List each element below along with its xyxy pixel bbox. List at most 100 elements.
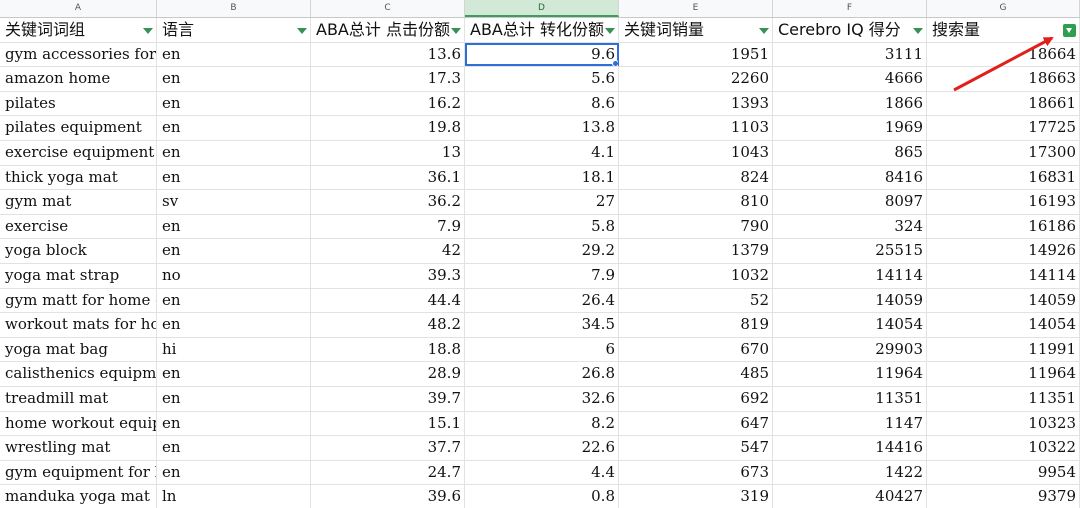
table-cell[interactable]: 39.6: [311, 485, 465, 508]
table-cell[interactable]: 692: [619, 386, 773, 411]
active-cell[interactable]: 9.6: [465, 42, 619, 67]
table-cell[interactable]: 865: [773, 140, 927, 165]
header-cell[interactable]: ABA总计 转化份额: [465, 18, 619, 42]
table-cell[interactable]: 13.8: [465, 116, 619, 140]
table-cell[interactable]: 36.2: [311, 190, 465, 214]
table-cell[interactable]: 36.1: [311, 165, 465, 190]
table-cell[interactable]: en: [157, 313, 311, 337]
table-cell[interactable]: home workout equipment: [0, 411, 157, 436]
table-cell[interactable]: 9954: [927, 460, 1080, 485]
table-cell[interactable]: 29.2: [465, 239, 619, 263]
table-cell[interactable]: sv: [157, 190, 311, 214]
table-cell[interactable]: 16193: [927, 190, 1080, 214]
table-cell[interactable]: hi: [157, 337, 311, 362]
filter-dropdown-icon[interactable]: [605, 28, 615, 34]
table-cell[interactable]: 26.4: [465, 288, 619, 313]
table-cell[interactable]: 14054: [773, 313, 927, 337]
table-cell[interactable]: 18661: [927, 91, 1080, 116]
table-cell[interactable]: 1032: [619, 263, 773, 288]
table-cell[interactable]: 11991: [927, 337, 1080, 362]
table-cell[interactable]: 28.9: [311, 362, 465, 386]
table-cell[interactable]: 10322: [927, 436, 1080, 460]
table-cell[interactable]: gym accessories for men: [0, 42, 157, 67]
table-cell[interactable]: en: [157, 165, 311, 190]
table-cell[interactable]: yoga block: [0, 239, 157, 263]
header-cell[interactable]: ABA总计 点击份额: [311, 18, 465, 42]
table-cell[interactable]: 25515: [773, 239, 927, 263]
table-cell[interactable]: en: [157, 386, 311, 411]
table-cell[interactable]: 14059: [773, 288, 927, 313]
table-cell[interactable]: 319: [619, 485, 773, 508]
table-cell[interactable]: 14054: [927, 313, 1080, 337]
table-cell[interactable]: 19.8: [311, 116, 465, 140]
table-cell[interactable]: pilates: [0, 91, 157, 116]
table-cell[interactable]: en: [157, 460, 311, 485]
table-cell[interactable]: gym mat: [0, 190, 157, 214]
table-cell[interactable]: 810: [619, 190, 773, 214]
table-cell[interactable]: 17300: [927, 140, 1080, 165]
table-cell[interactable]: en: [157, 214, 311, 239]
table-cell[interactable]: 39.7: [311, 386, 465, 411]
table-cell[interactable]: en: [157, 411, 311, 436]
table-cell[interactable]: 11964: [773, 362, 927, 386]
table-cell[interactable]: 17725: [927, 116, 1080, 140]
column-letter-g[interactable]: G: [927, 0, 1080, 17]
table-cell[interactable]: 10323: [927, 411, 1080, 436]
table-cell[interactable]: 9379: [927, 485, 1080, 508]
table-cell[interactable]: 18.1: [465, 165, 619, 190]
table-cell[interactable]: 8416: [773, 165, 927, 190]
table-cell[interactable]: 819: [619, 313, 773, 337]
table-cell[interactable]: 1393: [619, 91, 773, 116]
table-cell[interactable]: 14416: [773, 436, 927, 460]
table-cell[interactable]: 11964: [927, 362, 1080, 386]
table-cell[interactable]: 26.8: [465, 362, 619, 386]
filter-active-icon[interactable]: [1063, 24, 1076, 37]
column-letter-b[interactable]: B: [157, 0, 311, 17]
table-cell[interactable]: 824: [619, 165, 773, 190]
table-cell[interactable]: 547: [619, 436, 773, 460]
table-cell[interactable]: 40427: [773, 485, 927, 508]
table-cell[interactable]: 1969: [773, 116, 927, 140]
table-cell[interactable]: 2260: [619, 67, 773, 91]
table-cell[interactable]: 15.1: [311, 411, 465, 436]
table-cell[interactable]: 4.1: [465, 140, 619, 165]
table-cell[interactable]: 1043: [619, 140, 773, 165]
table-cell[interactable]: ln: [157, 485, 311, 508]
header-cell[interactable]: Cerebro IQ 得分: [773, 18, 927, 42]
table-cell[interactable]: 8.6: [465, 91, 619, 116]
table-cell[interactable]: 42: [311, 239, 465, 263]
table-cell[interactable]: en: [157, 91, 311, 116]
table-cell[interactable]: en: [157, 288, 311, 313]
column-letter-f[interactable]: F: [773, 0, 927, 17]
table-cell[interactable]: 22.6: [465, 436, 619, 460]
table-cell[interactable]: 11351: [927, 386, 1080, 411]
table-cell[interactable]: 44.4: [311, 288, 465, 313]
table-cell[interactable]: 13.6: [311, 42, 465, 67]
table-cell[interactable]: 11351: [773, 386, 927, 411]
table-cell[interactable]: 16.2: [311, 91, 465, 116]
table-cell[interactable]: gym equipment for home: [0, 460, 157, 485]
table-cell[interactable]: 6: [465, 337, 619, 362]
column-letter-c[interactable]: C: [311, 0, 465, 17]
table-cell[interactable]: 1951: [619, 42, 773, 67]
table-cell[interactable]: 16831: [927, 165, 1080, 190]
table-cell[interactable]: 5.8: [465, 214, 619, 239]
table-cell[interactable]: 8.2: [465, 411, 619, 436]
header-cell[interactable]: 关键词词组: [0, 18, 157, 42]
filter-dropdown-icon[interactable]: [297, 28, 307, 34]
table-cell[interactable]: 17.3: [311, 67, 465, 91]
table-cell[interactable]: 670: [619, 337, 773, 362]
table-cell[interactable]: 37.7: [311, 436, 465, 460]
table-cell[interactable]: 13: [311, 140, 465, 165]
table-cell[interactable]: 1866: [773, 91, 927, 116]
table-cell[interactable]: en: [157, 362, 311, 386]
table-cell[interactable]: 14059: [927, 288, 1080, 313]
table-cell[interactable]: 34.5: [465, 313, 619, 337]
filter-dropdown-icon[interactable]: [759, 28, 769, 34]
table-cell[interactable]: 4666: [773, 67, 927, 91]
table-cell[interactable]: manduka yoga mat: [0, 485, 157, 508]
table-cell[interactable]: 24.7: [311, 460, 465, 485]
table-cell[interactable]: pilates equipment: [0, 116, 157, 140]
table-cell[interactable]: 27: [465, 190, 619, 214]
table-cell[interactable]: yoga mat bag: [0, 337, 157, 362]
